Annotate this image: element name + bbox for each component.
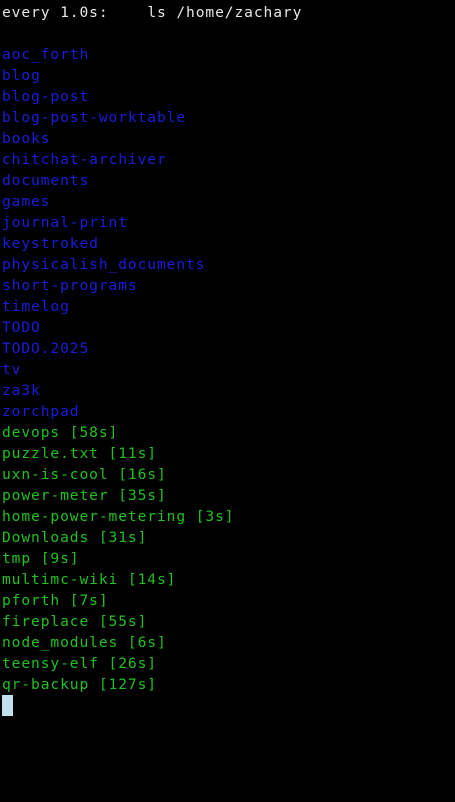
list-item: teensy-elf [26s] — [2, 655, 157, 672]
list-item: pforth [7s] — [2, 592, 109, 609]
list-item: home-power-metering [3s] — [2, 508, 235, 525]
terminal-window[interactable]: every 1.0s: ls /home/zachary aoc_forth b… — [2, 2, 455, 716]
list-item: chitchat-archiver — [2, 151, 167, 168]
list-item: tmp [9s] — [2, 550, 80, 567]
list-item: multimc-wiki [14s] — [2, 571, 177, 588]
list-item: aoc_forth — [2, 46, 90, 63]
directory-list: aoc_forth blog blog-post blog-post-workt… — [2, 44, 455, 422]
list-item: fireplace [55s] — [2, 613, 148, 630]
list-item: journal-print — [2, 214, 128, 231]
list-item: puzzle.txt [11s] — [2, 445, 157, 462]
watch-command: ls /home/zachary — [147, 4, 303, 21]
list-item: blog-post — [2, 88, 90, 105]
list-item: physicalish_documents — [2, 256, 206, 273]
recent-entry-list: devops [58s] puzzle.txt [11s] uxn-is-coo… — [2, 422, 455, 695]
list-item: zorchpad — [2, 403, 80, 420]
list-item: devops [58s] — [2, 424, 119, 441]
header-spacer — [109, 4, 148, 21]
watch-header: every 1.0s: ls /home/zachary — [2, 2, 455, 23]
watch-interval: every 1.0s: — [2, 4, 109, 21]
list-item: timelog — [2, 298, 70, 315]
list-item: documents — [2, 172, 90, 189]
list-item: blog-post-worktable — [2, 109, 187, 126]
list-item: qr-backup [127s] — [2, 676, 157, 693]
list-item: TODO — [2, 319, 41, 336]
list-item: power-meter [35s] — [2, 487, 167, 504]
list-item: tv — [2, 361, 22, 378]
list-item: books — [2, 130, 51, 147]
list-item: Downloads [31s] — [2, 529, 148, 546]
list-item: games — [2, 193, 51, 210]
list-item: keystroked — [2, 235, 99, 252]
cursor-line[interactable] — [2, 695, 455, 716]
terminal-cursor — [2, 695, 13, 716]
list-item: node_modules [6s] — [2, 634, 167, 651]
list-item: blog — [2, 67, 41, 84]
list-item: za3k — [2, 382, 41, 399]
list-item: short-programs — [2, 277, 138, 294]
list-item: uxn-is-cool [16s] — [2, 466, 167, 483]
list-item: TODO.2025 — [2, 340, 90, 357]
